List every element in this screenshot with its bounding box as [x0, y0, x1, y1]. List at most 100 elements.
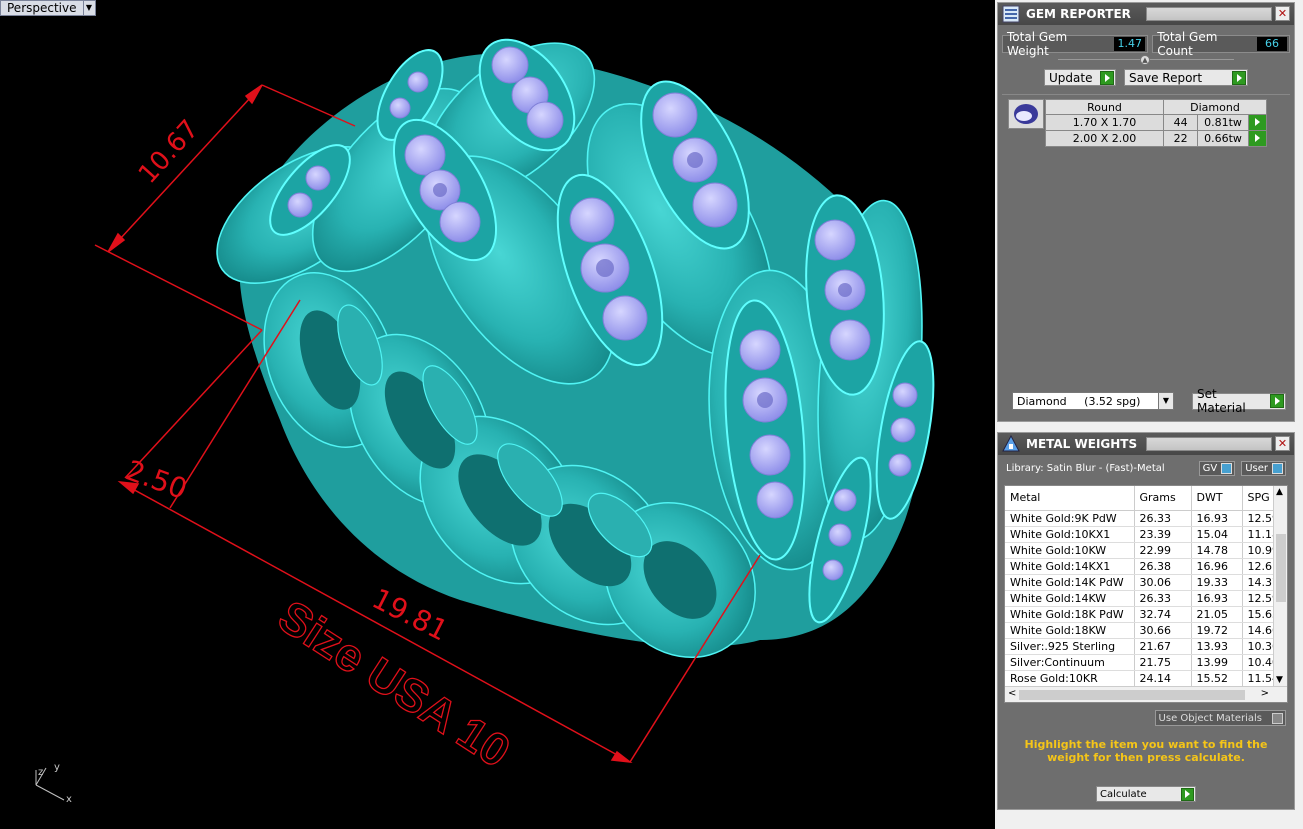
metal-grams: 26.33 [1134, 590, 1192, 607]
material-select-value: Diamond (3.52 spg) [1017, 394, 1141, 408]
gem-reporter-drag-bar[interactable] [1146, 7, 1272, 21]
toggle-box-icon[interactable] [1221, 463, 1233, 474]
calculate-row: Calculate [998, 786, 1294, 802]
chevron-down-icon[interactable]: ▼ [1158, 393, 1173, 409]
axis-y-label: y [54, 762, 60, 773]
library-name: Library: Satin Blur - (Fast)-Metal [1006, 463, 1165, 474]
ring-3d-render[interactable]: 10.67 2.50 19.81 Size USA 10 x y z [0, 0, 995, 829]
dwt-column-header[interactable]: DWT [1191, 486, 1243, 511]
metal-table-container[interactable]: Metal Grams DWT SPG White Gold:9K PdW 26.… [1004, 485, 1288, 703]
metal-row[interactable]: White Gold:10KW 22.99 14.78 10.99 [1005, 542, 1283, 559]
metal-grams: 22.99 [1134, 542, 1192, 559]
toggle-box-icon[interactable] [1272, 463, 1283, 474]
metal-row[interactable]: White Gold:10KX1 23.39 15.04 11.18 [1005, 526, 1283, 543]
metal-grams: 21.67 [1134, 638, 1192, 655]
calculate-button-label: Calculate [1100, 788, 1147, 800]
gem-row[interactable]: 2.00 X 2.00 22 0.66tw [1045, 130, 1268, 147]
gv-toggle[interactable]: GV [1198, 461, 1236, 476]
metal-name: White Gold:10KW [1005, 542, 1135, 559]
save-report-button[interactable]: Save Report [1124, 69, 1248, 86]
metal-dwt: 16.93 [1191, 510, 1243, 527]
metal-weights-icon [1000, 434, 1022, 454]
metal-dwt: 19.72 [1191, 622, 1243, 639]
gem-row-select-icon[interactable] [1247, 114, 1268, 131]
grams-column-header[interactable]: Grams [1134, 486, 1192, 511]
panel-splitter[interactable]: ▲ [1058, 55, 1234, 69]
gem-row[interactable]: 1.70 X 1.70 44 0.81tw [1045, 114, 1268, 131]
viewport-title-tab[interactable]: Perspective ▼ [0, 0, 96, 16]
gem-shape-header: Round [1045, 99, 1164, 115]
metal-grams: 30.06 [1134, 574, 1192, 591]
viewport-label[interactable]: Perspective [0, 0, 84, 16]
use-object-materials-toggle[interactable]: Use Object Materials [1154, 710, 1286, 726]
axis-z-label: z [38, 767, 43, 778]
scroll-down-icon[interactable]: ▼ [1276, 675, 1283, 685]
scroll-right-icon[interactable]: > [1261, 688, 1269, 699]
gem-report-table: Round Diamond 1.70 X 1.70 44 0.81tw 2.00… [1045, 99, 1268, 147]
metal-name: White Gold:14KX1 [1005, 558, 1135, 575]
metal-weights-drag-bar[interactable] [1146, 437, 1272, 451]
metal-row[interactable]: White Gold:18K PdW 32.74 21.05 15.65 [1005, 606, 1283, 623]
material-select[interactable]: Diamond (3.52 spg) ▼ [1012, 392, 1174, 410]
metal-row[interactable]: Rose Gold:10KR 24.14 15.52 11.54 [1005, 670, 1283, 687]
set-material-button[interactable]: Set Material [1192, 387, 1286, 415]
set-material-button-label: Set Material [1197, 387, 1246, 415]
metal-row[interactable]: Silver:.925 Sterling 21.67 13.93 10.36 [1005, 638, 1283, 655]
horizontal-scroll-thumb[interactable] [1019, 690, 1245, 700]
user-toggle[interactable]: User [1241, 461, 1286, 476]
perspective-viewport[interactable]: 10.67 2.50 19.81 Size USA 10 x y z Persp… [0, 0, 995, 829]
metal-dwt: 13.93 [1191, 638, 1243, 655]
metal-column-header[interactable]: Metal [1005, 486, 1135, 511]
library-line: Library: Satin Blur - (Fast)-Metal GV Us… [998, 455, 1294, 476]
metal-grams: 32.74 [1134, 606, 1192, 623]
horizontal-scrollbar[interactable]: < > [1005, 686, 1287, 702]
gem-reporter-close-icon[interactable]: ✕ [1275, 6, 1290, 21]
viewport-menu-dropdown-icon[interactable]: ▼ [83, 0, 96, 16]
metal-grams: 26.38 [1134, 558, 1192, 575]
round-gem-thumbnail[interactable] [1008, 99, 1044, 129]
metal-dwt: 15.52 [1191, 670, 1243, 687]
metal-grams: 30.66 [1134, 622, 1192, 639]
metal-name: Rose Gold:10KR [1005, 670, 1135, 687]
total-gem-weight-value: 1.47 [1113, 37, 1146, 51]
right-side-panel: GEM REPORTER ✕ Total Gem Weight 1.47 Tot… [995, 0, 1303, 829]
splitter-knob-icon[interactable]: ▲ [1140, 55, 1150, 65]
axis-x-label: x [66, 794, 72, 805]
user-toggle-label: User [1245, 463, 1268, 474]
metal-name: White Gold:18K PdW [1005, 606, 1135, 623]
vertical-scrollbar[interactable]: ▲ ▼ [1273, 486, 1287, 686]
metal-row[interactable]: White Gold:14KX1 26.38 16.96 12.61 [1005, 558, 1283, 575]
toggle-box-icon[interactable] [1272, 712, 1283, 724]
metal-weights-close-icon[interactable]: ✕ [1275, 436, 1290, 451]
update-button-label: Update [1049, 70, 1093, 85]
metal-row[interactable]: White Gold:14KW 26.33 16.93 12.59 [1005, 590, 1283, 607]
metal-row[interactable]: White Gold:14K PdW 30.06 19.33 14.37 [1005, 574, 1283, 591]
gv-toggle-label: GV [1202, 463, 1218, 474]
gem-reporter-titlebar[interactable]: GEM REPORTER ✕ [998, 3, 1294, 25]
dim-label-side: 2.50 [122, 454, 192, 506]
scroll-up-icon[interactable]: ▲ [1276, 487, 1283, 497]
dim-label-top: 10.67 [133, 114, 205, 189]
metal-grams: 23.39 [1134, 526, 1192, 543]
metal-row[interactable]: White Gold:18KW 30.66 19.72 14.66 [1005, 622, 1283, 639]
gem-type-header: Diamond [1163, 99, 1267, 115]
total-gem-count-label: Total Gem Count [1157, 30, 1218, 58]
update-button[interactable]: Update [1044, 69, 1116, 86]
metal-row[interactable]: Silver:Continuum 21.75 13.99 10.40 [1005, 654, 1283, 671]
metal-weights-titlebar[interactable]: METAL WEIGHTS ✕ [998, 433, 1294, 455]
scroll-left-icon[interactable]: < [1008, 688, 1016, 699]
gem-count: 22 [1162, 130, 1199, 147]
gem-weight: 0.66tw [1197, 130, 1249, 147]
metal-name: Silver:Continuum [1005, 654, 1135, 671]
vertical-scroll-thumb[interactable] [1276, 534, 1286, 602]
metal-name: White Gold:10KX1 [1005, 526, 1135, 543]
metal-name: White Gold:14KW [1005, 590, 1135, 607]
use-object-materials-row: Use Object Materials [998, 703, 1294, 726]
gem-row-select-icon[interactable] [1247, 130, 1268, 147]
calculate-button[interactable]: Calculate [1096, 786, 1196, 802]
metal-row[interactable]: White Gold:9K PdW 26.33 16.93 12.59 [1005, 510, 1283, 527]
metal-name: White Gold:14K PdW [1005, 574, 1135, 591]
metal-dwt: 14.78 [1191, 542, 1243, 559]
metal-name: White Gold:18KW [1005, 622, 1135, 639]
play-arrow-icon [1270, 394, 1284, 408]
